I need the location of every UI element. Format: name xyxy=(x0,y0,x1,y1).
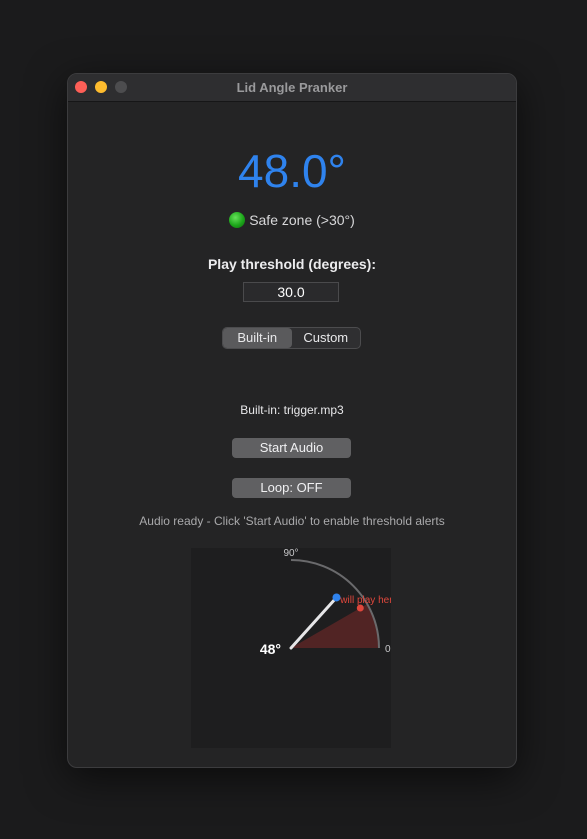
angle-readout: 48.0° xyxy=(238,145,346,197)
status-indicator: Safe zone (>30°) xyxy=(68,211,516,229)
min-angle-label: 0° xyxy=(385,644,391,655)
audio-source-label: Built-in: trigger.mp3 xyxy=(240,403,344,417)
segment-custom[interactable]: Custom xyxy=(292,328,361,348)
angle-value-label: 48° xyxy=(260,641,281,657)
status-dot-icon xyxy=(229,212,246,228)
status-text: Safe zone (>30°) xyxy=(249,212,355,228)
title-bar[interactable]: Lid Angle Pranker xyxy=(68,74,516,102)
audio-status-hint: Audio ready - Click 'Start Audio' to ena… xyxy=(139,514,445,528)
threshold-input[interactable] xyxy=(243,282,339,302)
app-window: Lid Angle Pranker 48.0° Safe zone (>30°)… xyxy=(67,73,517,768)
segment-built-in[interactable]: Built-in xyxy=(223,328,292,348)
start-audio-button[interactable]: Start Audio xyxy=(232,438,351,458)
threshold-zone xyxy=(291,604,379,648)
loop-toggle-button[interactable]: Loop: OFF xyxy=(232,478,351,498)
threshold-note: will play here xyxy=(339,595,391,606)
source-segmented-control[interactable]: Built-in Custom xyxy=(222,327,361,349)
max-angle-label: 90° xyxy=(283,548,298,559)
gauge-svg: will play here 90° 0° 48° xyxy=(260,548,391,657)
angle-gauge: will play here 90° 0° 48° xyxy=(191,548,391,748)
window-title: Lid Angle Pranker xyxy=(236,80,348,95)
threshold-label: Play threshold (degrees): xyxy=(207,256,377,272)
